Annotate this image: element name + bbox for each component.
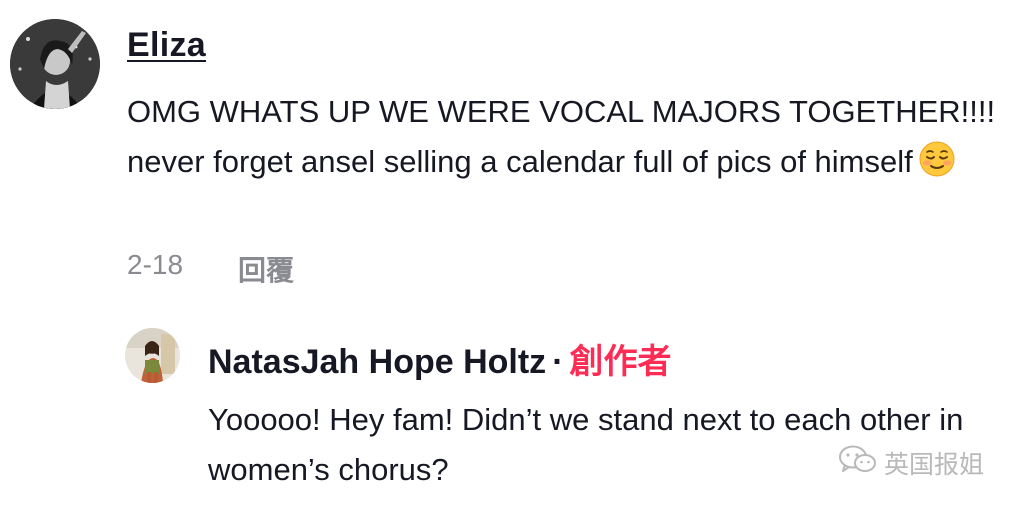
watermark: 英国报姐 — [838, 444, 984, 481]
watermark-text: 英国报姐 — [884, 450, 985, 479]
comment-text-body: OMG WHATS UP WE WERE VOCAL MAJORS TOGETH… — [127, 94, 996, 179]
reply-username[interactable]: NatasJah Hope Holtz — [208, 343, 546, 381]
reply-header: NatasJah Hope Holtz · 創作者 — [208, 334, 672, 383]
avatar[interactable] — [10, 19, 100, 109]
wechat-icon — [838, 444, 878, 481]
comment-date: 2-18 — [127, 249, 184, 280]
creator-badge: 創作者 — [569, 343, 672, 381]
reply-avatar[interactable] — [125, 328, 180, 383]
relieved-face-emoji — [919, 141, 955, 192]
separator-dot: · — [552, 343, 564, 381]
comment-username[interactable]: Eliza — [127, 26, 206, 65]
comment-text: OMG WHATS UP WE WERE VOCAL MAJORS TOGETH… — [127, 87, 1007, 192]
reply-button[interactable]: 回覆 — [238, 249, 294, 289]
